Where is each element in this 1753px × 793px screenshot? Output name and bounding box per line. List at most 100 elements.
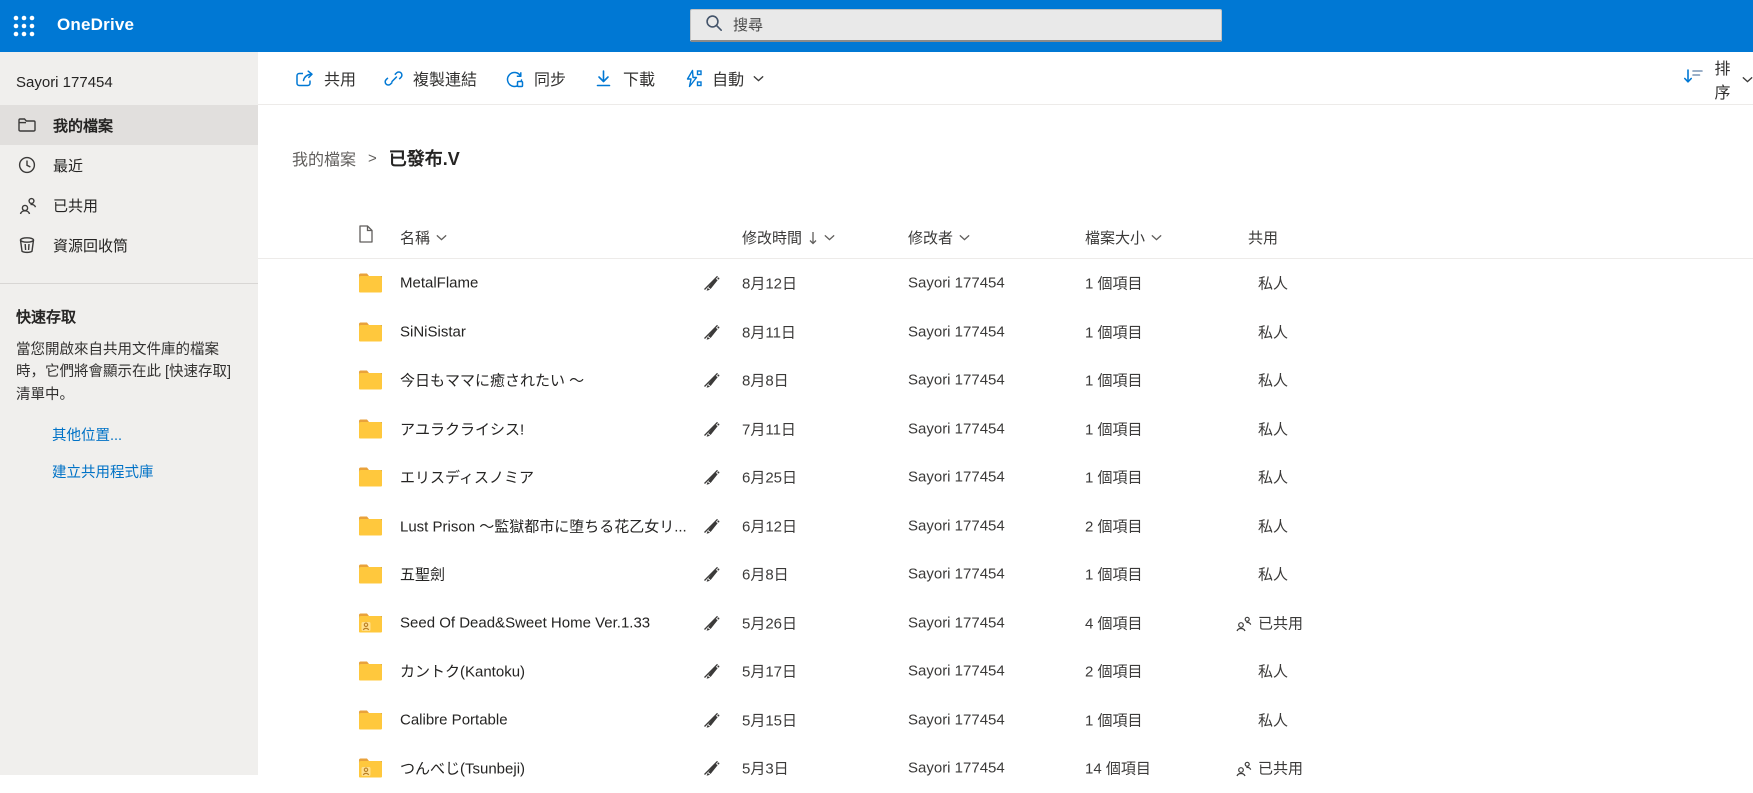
copy-link-label: 複製連結 <box>413 66 477 90</box>
table-row[interactable]: アユラクライシス! 7月11日 Sayori 177454 1 個項目 <box>258 405 1753 454</box>
modified-date: 8月8日 <box>742 370 789 391</box>
file-name[interactable]: SiNiSistar <box>400 323 466 340</box>
table-row[interactable]: SiNiSistar 8月11日 Sayori 177454 1 個項目 <box>258 308 1753 357</box>
folder-icon <box>358 564 383 585</box>
sharing-cell: 私人 <box>1235 515 1288 536</box>
sort-button[interactable]: 排序 <box>1683 52 1753 105</box>
modified-date: 5月3日 <box>742 758 789 779</box>
modified-by: Sayori 177454 <box>908 566 1005 583</box>
file-size: 1 個項目 <box>1085 273 1143 294</box>
file-name[interactable]: エリスディスノミア <box>400 467 534 488</box>
file-name[interactable]: 五聖劍 <box>400 564 445 585</box>
share-button[interactable]: 共用 <box>294 66 356 90</box>
table-row[interactable]: Seed Of Dead&Sweet Home Ver.1.33 5月26日 S… <box>258 599 1753 648</box>
file-name[interactable]: Calibre Portable <box>400 711 508 728</box>
quick-access-title: 快速存取 <box>0 284 258 327</box>
no-edit-pencil-icon <box>702 613 721 632</box>
table-row[interactable]: エリスディスノミア 6月25日 Sayori 177454 1 個項目 <box>258 453 1753 502</box>
table-row[interactable]: 五聖劍 6月8日 Sayori 177454 1 個項目 <box>258 550 1753 599</box>
column-header-modified[interactable]: 修改時間 <box>742 227 835 248</box>
chevron-down-icon <box>753 75 764 82</box>
sharing-status: 私人 <box>1258 709 1288 730</box>
copy-link-button[interactable]: 複製連結 <box>383 66 477 90</box>
file-name[interactable]: MetalFlame <box>400 275 478 292</box>
column-header-file-size[interactable]: 檔案大小 <box>1085 227 1162 248</box>
table-row[interactable]: MetalFlame 8月12日 Sayori 177454 1 個項目 <box>258 259 1753 308</box>
modified-by: Sayori 177454 <box>908 517 1005 534</box>
sharing-status: 已共用 <box>1258 612 1303 633</box>
table-row[interactable]: Lust Prison ～監獄都市に堕ちる花乙女リ... 6月12日 Sayor… <box>258 502 1753 551</box>
sidebar-item-shared[interactable]: 已共用 <box>0 185 258 225</box>
shared-badge-person-icon <box>362 622 371 631</box>
file-name[interactable]: カントク(Kantoku) <box>400 661 525 682</box>
sidebar-item-label: 我的檔案 <box>53 115 113 136</box>
column-header-modified-by[interactable]: 修改者 <box>908 227 970 248</box>
folder-icon <box>17 115 37 135</box>
sidebar-item-my-files[interactable]: 我的檔案 <box>0 105 258 145</box>
sharing-status: 私人 <box>1258 564 1288 585</box>
modified-by: Sayori 177454 <box>908 711 1005 728</box>
file-size: 1 個項目 <box>1085 564 1143 585</box>
file-list: MetalFlame 8月12日 Sayori 177454 1 個項目 <box>258 259 1753 793</box>
table-row[interactable]: カントク(Kantoku) 5月17日 Sayori 177454 2 個項目 <box>258 647 1753 696</box>
sync-button[interactable]: 同步 <box>504 66 566 90</box>
sidebar-item-recycle-bin[interactable]: 資源回收筒 <box>0 225 258 265</box>
file-name[interactable]: Lust Prison ～監獄都市に堕ちる花乙女リ... <box>400 515 687 536</box>
quick-access-description: 當您開啟來自共用文件庫的檔案時，它們將會顯示在此 [快速存取] 清單中。 <box>0 327 258 406</box>
folder-icon <box>358 321 383 342</box>
no-edit-pencil-icon <box>702 371 721 390</box>
more-places-link[interactable]: 其他位置... <box>52 424 258 445</box>
clock-icon <box>17 155 37 175</box>
folder-icon <box>358 273 383 294</box>
file-name[interactable]: アユラクライシス! <box>400 418 524 439</box>
sharing-status: 已共用 <box>1258 758 1303 779</box>
modified-by: Sayori 177454 <box>908 323 1005 340</box>
sharing-cell: 私人 <box>1235 709 1288 730</box>
column-header-sharing[interactable]: 共用 <box>1248 227 1278 248</box>
no-edit-pencil-icon <box>702 662 721 681</box>
search-input[interactable] <box>733 17 1173 34</box>
create-shared-library-link[interactable]: 建立共用程式庫 <box>52 461 258 482</box>
modified-date: 6月25日 <box>742 467 797 488</box>
chevron-down-icon <box>1742 70 1753 88</box>
sharing-cell: 私人 <box>1235 321 1288 342</box>
sharing-cell: 私人 <box>1235 273 1288 294</box>
search-box[interactable] <box>690 9 1222 42</box>
sharing-cell: 私人 <box>1235 564 1288 585</box>
app-launcher-icon[interactable] <box>12 14 36 38</box>
download-button[interactable]: 下載 <box>593 66 655 90</box>
no-edit-pencil-icon <box>702 516 721 535</box>
copy-link-icon <box>383 68 404 89</box>
download-label: 下載 <box>623 66 655 90</box>
chevron-down-icon <box>1151 234 1162 241</box>
no-edit-pencil-icon <box>702 322 721 341</box>
table-row[interactable]: 今日もママに癒されたい ～ 8月8日 Sayori 177454 1 個項目 <box>258 356 1753 405</box>
modified-by: Sayori 177454 <box>908 420 1005 437</box>
sidebar-item-recent[interactable]: 最近 <box>0 145 258 185</box>
search-icon <box>705 14 723 37</box>
sharing-status: 私人 <box>1258 418 1288 439</box>
table-row[interactable]: つんべじ(Tsunbeji) 5月3日 Sayori 177454 14 個項目 <box>258 744 1753 793</box>
file-name[interactable]: つんべじ(Tsunbeji) <box>400 758 525 779</box>
sidebar-item-label: 已共用 <box>53 195 98 216</box>
modified-date: 5月15日 <box>742 709 797 730</box>
sharing-cell: 私人 <box>1235 418 1288 439</box>
sharing-cell: 已共用 <box>1235 612 1303 633</box>
table-row[interactable]: Calibre Portable 5月15日 Sayori 177454 1 個… <box>258 696 1753 745</box>
automate-button[interactable]: 自動 <box>682 66 764 90</box>
sidebar: Sayori 177454 我的檔案 最近 已共用 <box>0 52 258 775</box>
folder-icon <box>358 612 383 633</box>
file-name[interactable]: 今日もママに癒されたい ～ <box>400 370 584 391</box>
breadcrumb-parent[interactable]: 我的檔案 <box>292 146 356 170</box>
file-name[interactable]: Seed Of Dead&Sweet Home Ver.1.33 <box>400 614 650 631</box>
modified-date: 8月12日 <box>742 273 797 294</box>
shared-person-icon <box>1235 760 1252 777</box>
account-name: Sayori 177454 <box>0 52 258 105</box>
column-header-name[interactable]: 名稱 <box>400 227 447 248</box>
folder-icon <box>358 467 383 488</box>
modified-by: Sayori 177454 <box>908 614 1005 631</box>
sharing-cell: 已共用 <box>1235 758 1303 779</box>
no-edit-pencil-icon <box>702 565 721 584</box>
folder-icon <box>358 418 383 439</box>
sort-descending-icon <box>808 231 818 245</box>
